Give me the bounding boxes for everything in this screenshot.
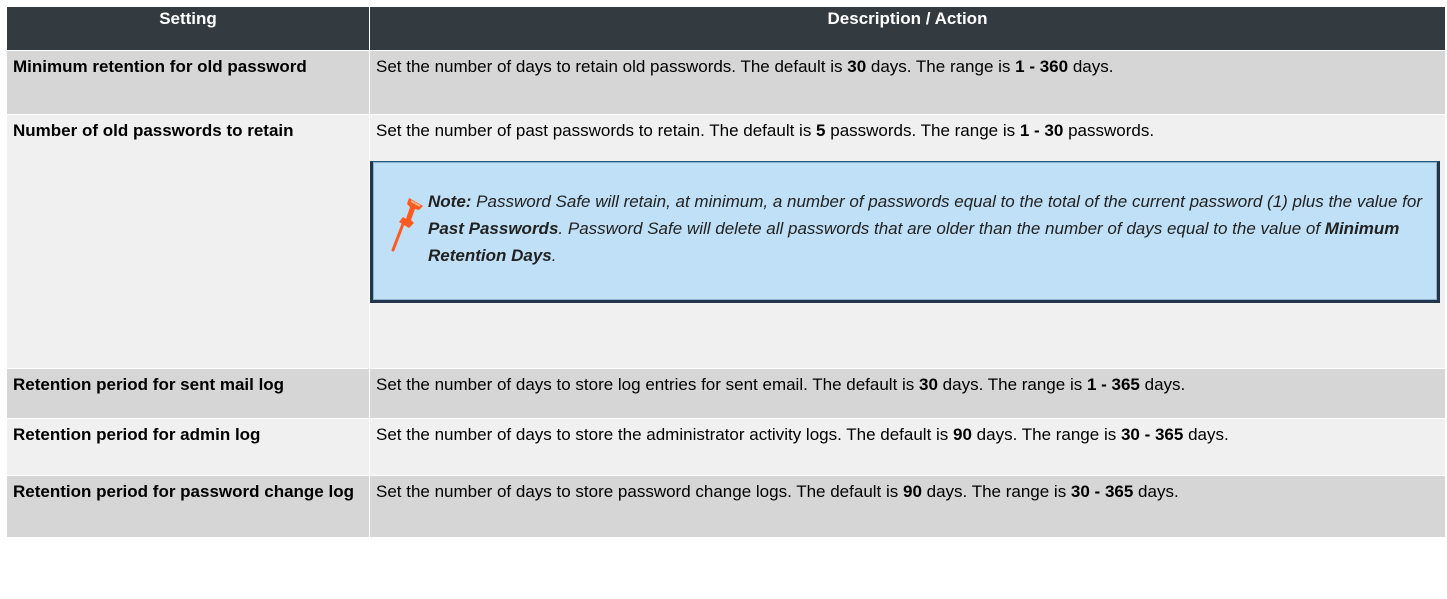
table-row: Retention period for admin log Set the n… xyxy=(6,418,1446,476)
text-segment: Password Safe will retain, at minimum, a… xyxy=(471,192,1423,211)
text-segment: days. xyxy=(1133,482,1179,501)
table-row: Retention period for password change log… xyxy=(6,475,1446,538)
setting-description: Set the number of days to store log entr… xyxy=(369,368,1446,419)
setting-description: Set the number of past passwords to reta… xyxy=(369,114,1446,369)
emphasis-text: 30 xyxy=(919,375,938,394)
emphasis-text: Past Passwords xyxy=(428,219,559,238)
emphasis-text: 30 - 365 xyxy=(1120,425,1184,444)
text-segment: days. The range is xyxy=(921,482,1071,501)
text-segment: Set the number of days to store the admi… xyxy=(376,425,954,444)
description-text: Set the number of days to retain old pas… xyxy=(376,57,1113,76)
text-segment: days. xyxy=(1139,375,1186,394)
emphasis-text: 90 xyxy=(953,425,972,444)
emphasis-text: 90 xyxy=(903,482,922,501)
emphasis-text: 1 - 365 xyxy=(1086,375,1140,394)
note-callout: Note: Password Safe will retain, at mini… xyxy=(370,161,1440,303)
emphasis-text: 1 - 360 xyxy=(1015,57,1069,76)
note-body: Note: Password Safe will retain, at mini… xyxy=(428,192,1422,265)
table-row: Retention period for sent mail log Set t… xyxy=(6,368,1446,419)
note-text: Note: Password Safe will retain, at mini… xyxy=(428,188,1425,269)
text-segment: days. The range is xyxy=(971,425,1121,444)
emphasis-text: 30 xyxy=(847,57,867,76)
description-text: Set the number of days to store password… xyxy=(376,482,1179,501)
setting-name: Retention period for admin log xyxy=(6,418,370,476)
text-segment: Set the number of days to store password… xyxy=(376,482,903,501)
pushpin-icon xyxy=(391,198,423,252)
setting-name: Retention period for password change log xyxy=(6,475,370,538)
text-segment: days. xyxy=(1183,425,1229,444)
table-header-row: Setting Description / Action xyxy=(6,6,1446,51)
emphasis-text: 5 xyxy=(816,121,826,140)
setting-name: Minimum retention for old password xyxy=(6,50,370,115)
text-segment: Set the number of past passwords to reta… xyxy=(376,121,817,140)
emphasis-text: 30 - 365 xyxy=(1070,482,1134,501)
text-segment: days. xyxy=(1068,57,1114,76)
text-segment: Set the number of days to store log entr… xyxy=(376,375,920,394)
text-segment: Set the number of days to retain old pas… xyxy=(376,57,848,76)
text-segment: days. The range is xyxy=(937,375,1087,394)
text-segment: . xyxy=(551,246,557,265)
settings-table: Setting Description / Action Minimum ret… xyxy=(6,6,1446,538)
setting-name: Retention period for sent mail log xyxy=(6,368,370,419)
text-segment: . Password Safe will delete all password… xyxy=(558,219,1325,238)
setting-name: Number of old passwords to retain xyxy=(6,114,370,369)
header-setting: Setting xyxy=(6,6,370,51)
text-segment: passwords. The range is xyxy=(825,121,1020,140)
table-row: Number of old passwords to retain Set th… xyxy=(6,114,1446,369)
emphasis-text: Note: xyxy=(428,192,472,211)
description-text: Set the number of days to store the admi… xyxy=(376,425,1229,444)
description-text: Set the number of days to store log entr… xyxy=(376,375,1185,394)
setting-description: Set the number of days to retain old pas… xyxy=(369,50,1446,115)
setting-description: Set the number of days to store the admi… xyxy=(369,418,1446,476)
description-text: Set the number of past passwords to reta… xyxy=(376,121,1154,140)
setting-description: Set the number of days to store password… xyxy=(369,475,1446,538)
text-segment: days. The range is xyxy=(866,57,1016,76)
emphasis-text: 1 - 30 xyxy=(1019,121,1064,140)
header-description: Description / Action xyxy=(369,6,1446,51)
table-row: Minimum retention for old password Set t… xyxy=(6,50,1446,115)
text-segment: passwords. xyxy=(1063,121,1155,140)
